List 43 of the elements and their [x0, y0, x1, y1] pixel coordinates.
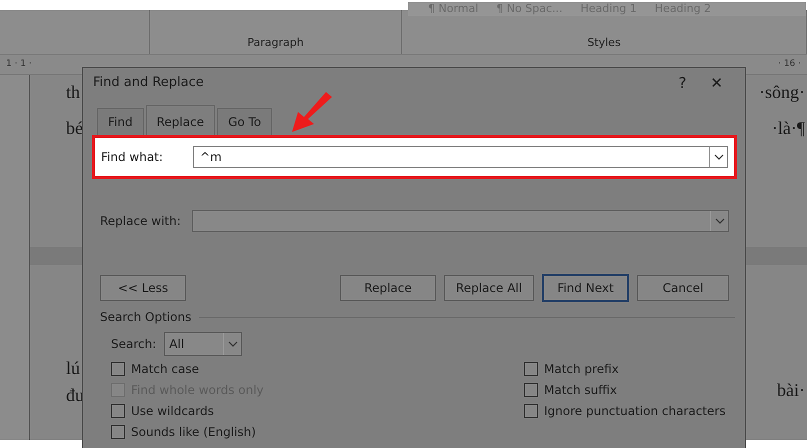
field-value: All	[169, 336, 184, 353]
option-label: Sounds like (English)	[131, 424, 256, 440]
dialog-button[interactable]: Cancel	[637, 275, 729, 301]
close-button[interactable]: ✕	[698, 76, 735, 90]
tab[interactable]: Go To	[217, 108, 272, 135]
option-label: Match case	[131, 360, 200, 378]
checkbox[interactable]	[111, 424, 125, 438]
dialog-title: Find and Replace	[93, 74, 205, 92]
group-label: Styles	[586, 34, 622, 50]
replace-with-field[interactable]	[192, 210, 729, 232]
ruler-number: 1 · 1 ·	[6, 58, 32, 71]
search-dropdown[interactable]: All	[164, 332, 242, 356]
dialog-button[interactable]: Replace All	[444, 275, 534, 301]
section-title: Search Options	[100, 309, 192, 326]
tab[interactable]: Find	[97, 108, 144, 135]
document-text: bài·	[777, 379, 805, 402]
find-what-field[interactable]: ^m	[193, 146, 728, 168]
group-label: Paragraph	[246, 34, 305, 50]
field-value: ^m	[200, 149, 222, 166]
document-text: ·sông·	[759, 81, 805, 104]
option-label: Match suffix	[544, 382, 617, 398]
option-label: Use wildcards	[131, 402, 214, 420]
field-label: Search:	[111, 336, 156, 353]
checkbox[interactable]	[524, 382, 538, 396]
checkbox[interactable]	[524, 362, 538, 376]
checkbox[interactable]	[524, 404, 538, 418]
document-text: th	[66, 81, 82, 104]
document-text: ·là·¶	[772, 117, 805, 140]
field-label: Replace with:	[100, 213, 182, 230]
field-label: Find what:	[101, 149, 164, 166]
ruler-number: · 16 ·	[778, 58, 801, 71]
dialog-button[interactable]: << Less	[100, 275, 186, 301]
option-label: Ignore punctuation characters	[544, 402, 726, 420]
arrow-icon	[292, 92, 332, 132]
document-text: lú	[66, 357, 82, 380]
dialog-button[interactable]: Replace	[340, 275, 436, 301]
document-text: bé	[66, 117, 84, 140]
option-label: Match prefix	[544, 360, 619, 378]
tab[interactable]: Replace	[146, 105, 216, 135]
checkbox[interactable]	[111, 404, 125, 418]
help-button[interactable]: ?	[666, 76, 698, 90]
dialog-button[interactable]: Find Next	[542, 274, 629, 302]
checkbox[interactable]	[111, 362, 125, 376]
